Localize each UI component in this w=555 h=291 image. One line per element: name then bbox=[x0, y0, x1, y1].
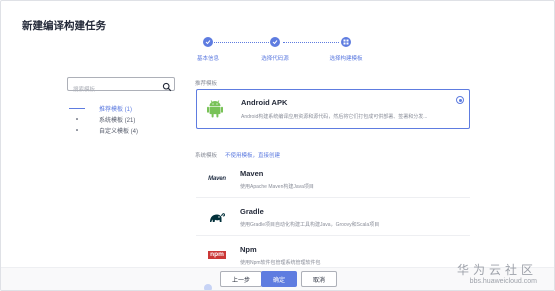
maven-logo-text: Maven bbox=[208, 176, 226, 182]
grid-icon bbox=[341, 37, 351, 47]
system-heading-label: 系统模板 bbox=[195, 153, 218, 159]
active-indicator bbox=[69, 108, 85, 109]
android-icon bbox=[206, 99, 224, 124]
category-system[interactable]: 系统模板 (21) bbox=[69, 114, 138, 125]
step-code-source: 选择代码源 bbox=[245, 37, 305, 62]
category-label: 推荐模板 (1) bbox=[99, 107, 133, 113]
stepper: 基本信息 选择代码源 选择构建模板 bbox=[191, 37, 371, 67]
template-name: Android APK bbox=[241, 98, 288, 107]
npm-logo-text: npm bbox=[208, 251, 226, 259]
step-basic-info: 基本信息 bbox=[178, 37, 238, 62]
create-without-template-link[interactable]: 不使用模板，直接创建 bbox=[225, 153, 280, 159]
watermark-url: bbs.huaweicloud.com bbox=[469, 278, 537, 285]
gradle-icon bbox=[202, 207, 232, 227]
template-description: 使用Npm软件包管理系统管理软件包 bbox=[240, 260, 321, 266]
search-input[interactable] bbox=[68, 84, 158, 96]
template-description: 使用Apache Maven构建Java项目 bbox=[240, 184, 314, 190]
bullet-icon bbox=[69, 130, 85, 131]
dialog: 新建编译构建任务 基本信息 选择代码源 选择构建模板 搜索模板 推荐模板 (1)… bbox=[0, 0, 555, 291]
npm-icon: npm bbox=[202, 245, 232, 265]
selected-radio[interactable] bbox=[456, 96, 464, 104]
category-recommended[interactable]: 推荐模板 (1) bbox=[69, 103, 138, 114]
check-icon bbox=[270, 37, 280, 47]
step-label: 选择构建模板 bbox=[329, 56, 363, 62]
step-build-template: 选择构建模板 bbox=[316, 37, 376, 62]
category-label: 系统模板 (21) bbox=[99, 118, 136, 124]
template-card-maven[interactable]: Maven Maven 使用Apache Maven构建Java项目 bbox=[196, 163, 470, 198]
template-name: Gradle bbox=[240, 207, 264, 216]
bullet-icon bbox=[69, 119, 85, 120]
template-card-android-apk[interactable]: Android APK Android构建系统编译应用资源和源代码，然后将它们打… bbox=[196, 89, 470, 129]
dialog-title: 新建编译构建任务 bbox=[22, 20, 106, 32]
system-templates-heading: 系统模板 不使用模板，直接创建 bbox=[195, 151, 280, 159]
watermark-brand: 华为云社区 bbox=[456, 263, 537, 277]
check-icon bbox=[203, 37, 213, 47]
maven-icon: Maven bbox=[202, 169, 232, 189]
recommended-heading: 推荐模板 bbox=[195, 81, 218, 87]
template-name: Maven bbox=[240, 169, 264, 178]
confirm-button[interactable]: 确定 bbox=[261, 271, 297, 287]
category-list: 推荐模板 (1) 系统模板 (21) 自定义模板 (4) bbox=[69, 103, 138, 136]
category-label: 自定义模板 (4) bbox=[99, 129, 139, 135]
template-description: Android构建系统编译应用资源和源代码，然后将它们打包成可供部署、签署和分发… bbox=[241, 114, 428, 120]
step-label: 选择代码源 bbox=[261, 56, 289, 62]
step-label: 基本信息 bbox=[196, 56, 219, 62]
template-card-gradle[interactable]: Gradle 使用Gradle项目自动化构建工具构建Java，Groovy和Sc… bbox=[196, 201, 470, 236]
category-custom[interactable]: 自定义模板 (4) bbox=[69, 125, 138, 136]
template-description: 使用Gradle项目自动化构建工具构建Java，Groovy和Scala项目 bbox=[240, 222, 380, 228]
cancel-button[interactable]: 取消 bbox=[301, 271, 337, 287]
previous-step-button[interactable]: 上一步 bbox=[220, 271, 262, 287]
template-search-box bbox=[67, 77, 175, 96]
template-name: Npm bbox=[240, 245, 257, 254]
search-icon[interactable] bbox=[162, 79, 172, 97]
help-icon[interactable] bbox=[204, 284, 212, 290]
